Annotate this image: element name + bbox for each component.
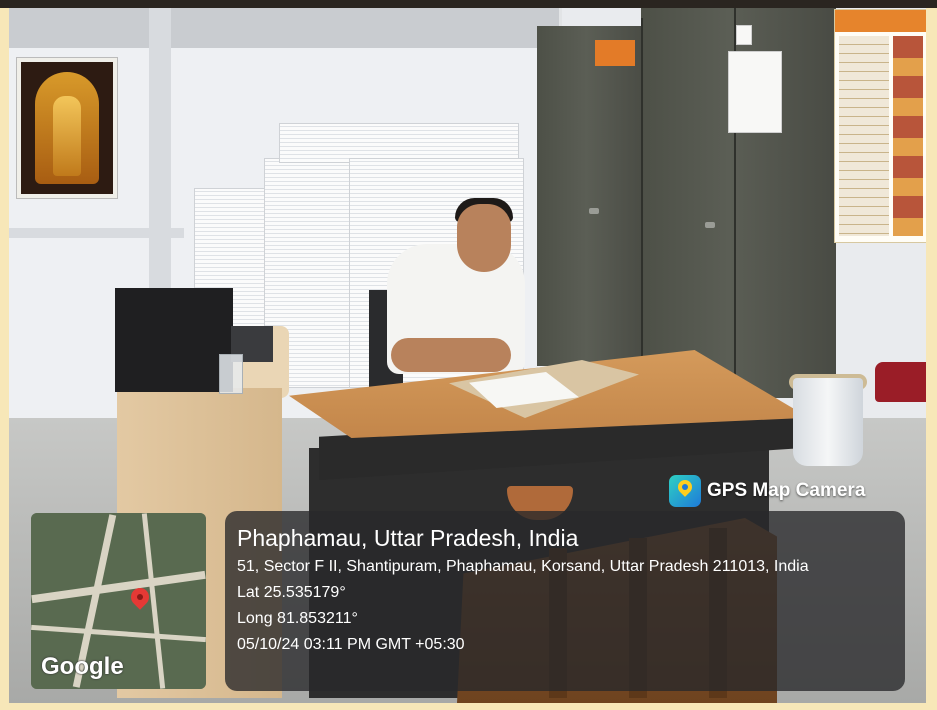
google-label: Google [41,653,124,680]
person-arm [391,338,511,372]
deity-figure [53,96,81,176]
water-glass [219,354,243,394]
latitude-text: Lat 25.535179° [237,584,346,601]
place-title: Phaphamau, Uttar Pradesh, India [237,525,579,551]
longitude-text: Long 81.853211° [237,610,358,627]
map-pin-camera-icon [669,475,701,507]
cabinet-seam [641,18,643,388]
cabinet-sticker [737,26,751,44]
address-text: 51, Sector F II, Shantipuram, Phaphamau,… [237,558,809,575]
cabinet-handle [589,208,599,214]
datetime-text: 05/10/24 03:11 PM GMT +05:30 [237,636,465,653]
calendar-grid [839,36,889,236]
window-pane [159,8,332,48]
calendar-header [835,10,926,32]
photo-frame: GPS Map Camera Phaphamau, Uttar Pradesh,… [9,8,926,703]
paint-bucket [793,378,863,466]
brand-text: GPS Map Camera [707,480,866,501]
deity-poster [17,58,117,198]
cabinet-handle [705,222,715,228]
wall-rail [9,228,184,238]
window-pane [9,8,162,48]
calendar-images [893,36,923,236]
gps-brand: GPS Map Camera [669,473,865,509]
top-edge-strip [0,0,937,8]
person-head [457,204,511,272]
computer-cpu [115,288,233,392]
cabinet-notice [729,52,781,132]
steel-cabinet-left [537,26,647,366]
wall-calendar [835,10,926,242]
window-pane [329,8,482,48]
paper-stack [279,123,519,163]
red-stool [875,362,926,402]
location-info-panel: Phaphamau, Uttar Pradesh, India 51, Sect… [225,511,905,691]
map-thumbnail: Google [31,513,206,689]
cabinet-label [595,40,635,66]
